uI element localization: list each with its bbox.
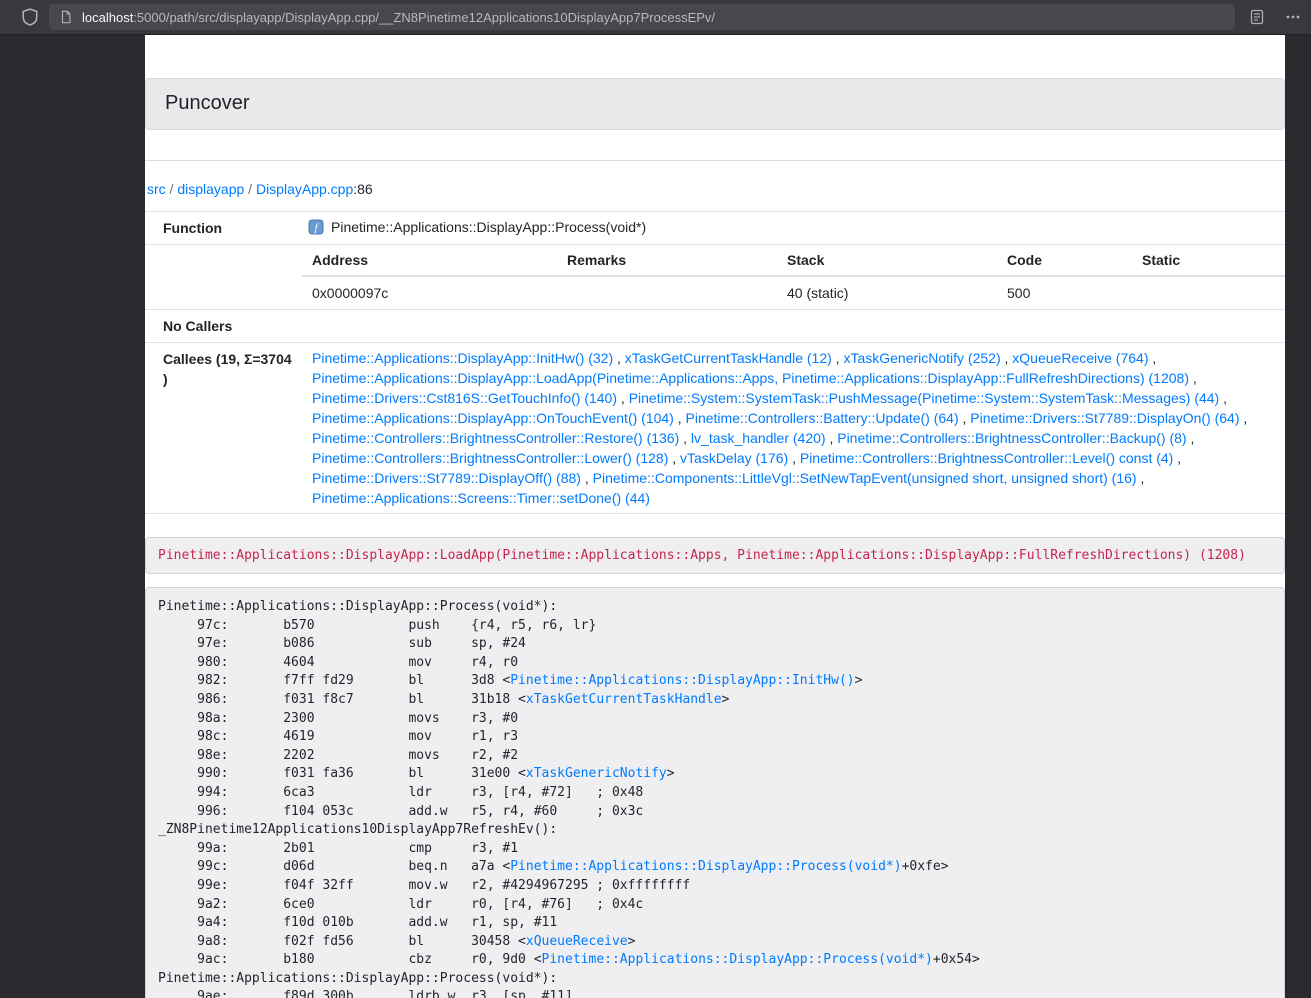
col-address: Address xyxy=(302,245,557,276)
callee-link[interactable]: Pinetime::Controllers::BrightnessControl… xyxy=(800,450,1173,466)
page-content: Puncover src / displayapp / DisplayApp.c… xyxy=(145,35,1285,998)
callee-separator: , xyxy=(959,410,971,426)
stack-value: 40 (static) xyxy=(777,276,997,309)
breadcrumb: src / displayapp / DisplayApp.cpp:86 xyxy=(145,179,1285,199)
callee-link[interactable]: lv_task_handler (420) xyxy=(691,430,826,446)
callees-list: Pinetime::Applications::DisplayApp::Init… xyxy=(302,343,1285,514)
asm-symbol-link[interactable]: xQueueReceive xyxy=(526,934,628,949)
callee-link[interactable]: Pinetime::Controllers::Battery::Update()… xyxy=(686,410,959,426)
callee-link[interactable]: Pinetime::Applications::Screens::Timer::… xyxy=(312,490,650,506)
callee-link[interactable]: xTaskGetCurrentTaskHandle (12) xyxy=(625,350,832,366)
breadcrumb-separator: / xyxy=(166,181,178,197)
asm-symbol-link[interactable]: xTaskGenericNotify xyxy=(526,766,667,781)
col-code: Code xyxy=(997,245,1132,276)
selected-symbol-text[interactable]: Pinetime::Applications::DisplayApp::Load… xyxy=(158,548,1246,563)
callee-separator: , xyxy=(1148,350,1156,366)
browser-toolbar: localhost:5000/path/src/displayapp/Displ… xyxy=(0,0,1311,35)
page-header: Puncover xyxy=(145,78,1285,130)
callee-separator: , xyxy=(674,410,686,426)
function-icon: f xyxy=(308,219,324,240)
callee-link[interactable]: Pinetime::Applications::DisplayApp::Init… xyxy=(312,350,613,366)
url-text: localhost:5000/path/src/displayapp/Displ… xyxy=(82,10,715,25)
callee-link[interactable]: Pinetime::Controllers::BrightnessControl… xyxy=(837,430,1186,446)
function-name-cell: f Pinetime::Applications::DisplayApp::Pr… xyxy=(302,212,1285,245)
disassembly-block: Pinetime::Applications::DisplayApp::Proc… xyxy=(145,587,1285,998)
callee-link[interactable]: Pinetime::Drivers::St7789::DisplayOff() … xyxy=(312,470,581,486)
callee-separator: , xyxy=(1189,370,1197,386)
url-path: :5000/path/src/displayapp/DisplayApp.cpp… xyxy=(133,10,715,25)
stats-header-row: Address Remarks Stack Code Static xyxy=(302,245,1285,276)
callee-link[interactable]: Pinetime::Components::LittleVgl::SetNewT… xyxy=(593,470,1137,486)
stats-row: Address Remarks Stack Code Static 0x0000… xyxy=(145,245,1285,310)
stats-values-row: 0x0000097c 40 (static) 500 xyxy=(302,276,1285,309)
callee-link[interactable]: vTaskDelay (176) xyxy=(680,450,788,466)
callee-separator: , xyxy=(581,470,593,486)
divider xyxy=(145,160,1285,161)
callee-link[interactable]: xQueueReceive (764) xyxy=(1012,350,1148,366)
symbol-table: Function f Pinetime::Applications::Displ… xyxy=(145,211,1285,514)
breadcrumb-links: src / displayapp / DisplayApp.cpp xyxy=(147,181,353,197)
callee-separator: , xyxy=(788,450,800,466)
shield-icon[interactable] xyxy=(18,5,42,29)
callee-link[interactable]: Pinetime::Drivers::Cst816S::GetTouchInfo… xyxy=(312,390,617,406)
col-stack: Stack xyxy=(777,245,997,276)
asm-symbol-link[interactable]: xTaskGetCurrentTaskHandle xyxy=(526,692,722,707)
breadcrumb-link[interactable]: DisplayApp.cpp xyxy=(256,181,353,197)
breadcrumb-link[interactable]: displayapp xyxy=(177,181,244,197)
breadcrumb-separator: / xyxy=(244,181,256,197)
callee-separator: , xyxy=(1219,390,1227,406)
callee-link[interactable]: Pinetime::Drivers::St7789::DisplayOn() (… xyxy=(970,410,1239,426)
breadcrumb-link[interactable]: src xyxy=(147,181,166,197)
callee-separator: , xyxy=(1137,470,1145,486)
callee-link[interactable]: Pinetime::Controllers::BrightnessControl… xyxy=(312,450,668,466)
no-callers-cell xyxy=(302,310,1285,343)
function-name: Pinetime::Applications::DisplayApp::Proc… xyxy=(331,219,646,235)
callee-separator: , xyxy=(832,350,844,366)
callee-link[interactable]: Pinetime::Applications::DisplayApp::Load… xyxy=(312,370,1189,386)
reader-view-icon[interactable] xyxy=(1245,5,1269,29)
remarks-value xyxy=(557,276,777,309)
asm-symbol-link[interactable]: Pinetime::Applications::DisplayApp::Init… xyxy=(510,673,854,688)
function-row-label: Function xyxy=(145,212,302,245)
disassembly-code: Pinetime::Applications::DisplayApp::Proc… xyxy=(158,599,980,998)
callees-row: Callees (19, Σ=3704 ) Pinetime::Applicat… xyxy=(145,343,1285,514)
empty-row-label xyxy=(145,245,302,310)
callee-separator: , xyxy=(668,450,680,466)
url-bar[interactable]: localhost:5000/path/src/displayapp/Displ… xyxy=(49,4,1235,30)
stats-table: Address Remarks Stack Code Static 0x0000… xyxy=(302,245,1285,309)
callee-link[interactable]: Pinetime::System::SystemTask::PushMessag… xyxy=(629,390,1220,406)
callee-separator: , xyxy=(1173,450,1181,466)
address-value: 0x0000097c xyxy=(302,276,557,309)
callee-link[interactable]: xTaskGenericNotify (252) xyxy=(843,350,1000,366)
callee-separator: , xyxy=(617,390,629,406)
code-value: 500 xyxy=(997,276,1132,309)
col-remarks: Remarks xyxy=(557,245,777,276)
callee-link[interactable]: Pinetime::Applications::DisplayApp::OnTo… xyxy=(312,410,674,426)
function-row: Function f Pinetime::Applications::Displ… xyxy=(145,212,1285,245)
static-value xyxy=(1132,276,1285,309)
page-title: Puncover xyxy=(165,92,1265,115)
callee-separator: , xyxy=(1187,430,1195,446)
url-host: localhost xyxy=(82,10,133,25)
callees-label: Callees (19, Σ=3704 ) xyxy=(145,343,302,514)
asm-symbol-link[interactable]: Pinetime::Applications::DisplayApp::Proc… xyxy=(510,859,901,874)
menu-icon[interactable] xyxy=(1281,5,1305,29)
callee-separator: , xyxy=(1240,410,1248,426)
col-static: Static xyxy=(1132,245,1285,276)
callee-separator: , xyxy=(679,430,691,446)
selected-symbol-box: Pinetime::Applications::DisplayApp::Load… xyxy=(145,537,1285,574)
no-callers-label: No Callers xyxy=(145,310,302,343)
page-info-icon[interactable] xyxy=(58,9,74,25)
breadcrumb-line-ref: :86 xyxy=(353,181,372,197)
asm-symbol-link[interactable]: Pinetime::Applications::DisplayApp::Proc… xyxy=(542,952,933,967)
callee-separator: , xyxy=(826,430,838,446)
callee-link[interactable]: Pinetime::Controllers::BrightnessControl… xyxy=(312,430,679,446)
no-callers-row: No Callers xyxy=(145,310,1285,343)
callee-separator: , xyxy=(1001,350,1013,366)
callee-separator: , xyxy=(613,350,625,366)
